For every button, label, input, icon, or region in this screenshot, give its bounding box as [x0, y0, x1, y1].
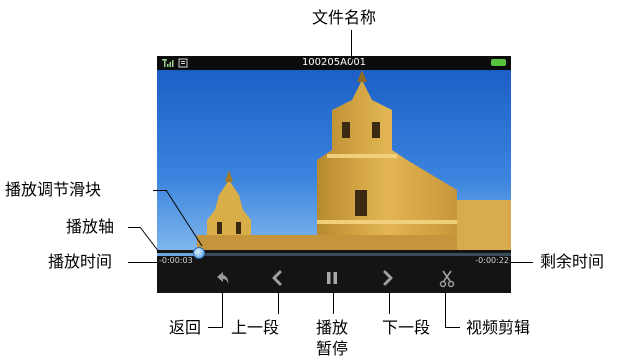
next-callout: 下一段 — [382, 318, 431, 337]
back-arrow-icon[interactable] — [210, 266, 234, 290]
player-screen: 100205A001 -0:00:03 -0:00:22 — [157, 56, 511, 293]
play-pause-callout-line2: 暂停 — [316, 339, 349, 358]
file-name: 100205A001 — [301, 57, 367, 68]
video-edit-leader-h — [445, 327, 460, 328]
scissors-icon[interactable] — [435, 266, 459, 290]
battery-icon — [491, 59, 506, 66]
seek-slider-callout: 播放调节滑块 — [5, 180, 102, 199]
remaining-time-callout: 剩余时间 — [540, 252, 605, 271]
video-edit-leader-v — [445, 292, 446, 327]
next-segment-icon[interactable] — [376, 266, 400, 290]
play-pause-callout-line1: 播放 — [316, 318, 349, 337]
remaining-time-leader — [511, 262, 533, 263]
status-bar: 100205A001 — [157, 56, 511, 70]
elapsed-time-leader — [128, 262, 157, 263]
back-callout: 返回 — [169, 318, 202, 337]
video-frame — [157, 70, 511, 250]
previous-leader — [278, 292, 279, 314]
seek-bar[interactable] — [157, 253, 511, 256]
seek-bar-callout: 播放轴 — [66, 217, 115, 236]
file-name-callout: 文件名称 — [312, 8, 377, 27]
elapsed-time: -0:00:03 — [159, 256, 193, 265]
file-name-leader — [351, 30, 352, 62]
seek-bar-leader-diagonal — [139, 226, 160, 253]
pause-icon[interactable] — [320, 266, 344, 290]
play-pause-leader — [333, 292, 334, 314]
back-leader-v — [222, 292, 223, 327]
next-leader — [389, 292, 390, 314]
seek-slider-leader-diagonal — [165, 189, 203, 247]
back-leader-h — [208, 327, 223, 328]
elapsed-time-callout: 播放时间 — [48, 252, 113, 271]
video-edit-callout: 视频剪辑 — [466, 318, 531, 337]
previous-callout: 上一段 — [231, 318, 280, 337]
remaining-time: -0:00:22 — [475, 256, 509, 265]
previous-segment-icon[interactable] — [265, 266, 289, 290]
